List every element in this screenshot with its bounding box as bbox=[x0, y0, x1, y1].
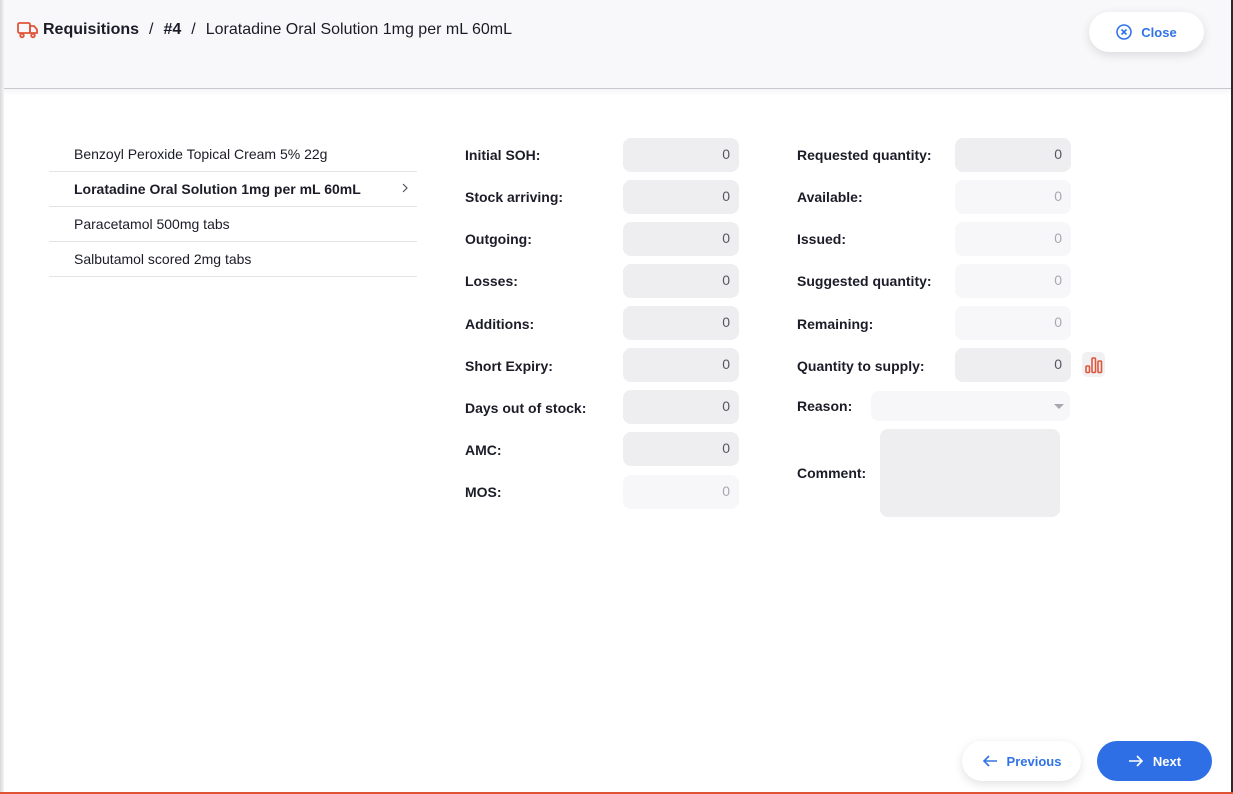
bar-chart-icon bbox=[1084, 356, 1104, 374]
next-button[interactable]: Next bbox=[1097, 741, 1212, 781]
comment-textarea[interactable] bbox=[880, 429, 1060, 517]
mos-input: 0 bbox=[623, 475, 739, 509]
amc-input[interactable]: 0 bbox=[623, 432, 739, 466]
list-item-label: Loratadine Oral Solution 1mg per mL 60mL bbox=[74, 181, 361, 197]
losses-label: Losses: bbox=[465, 273, 518, 289]
list-item-selected[interactable]: Loratadine Oral Solution 1mg per mL 60mL bbox=[49, 172, 417, 207]
breadcrumb: Requisitions / #4 / Loratadine Oral Solu… bbox=[17, 21, 512, 39]
arrow-right-icon bbox=[1128, 754, 1153, 768]
previous-button[interactable]: Previous bbox=[962, 741, 1081, 781]
breadcrumb-requisitions-link[interactable]: Requisitions bbox=[43, 21, 139, 39]
dropdown-caret-icon bbox=[1054, 404, 1064, 409]
close-button-label: Close bbox=[1141, 24, 1177, 40]
stock-chart-button[interactable] bbox=[1082, 352, 1105, 377]
truck-icon bbox=[17, 21, 39, 39]
short-expiry-input[interactable]: 0 bbox=[623, 348, 739, 382]
available-input: 0 bbox=[955, 180, 1071, 214]
reason-select[interactable] bbox=[871, 391, 1070, 421]
additions-input[interactable]: 0 bbox=[623, 306, 739, 340]
requisition-item-list: Benzoyl Peroxide Topical Cream 5% 22g Lo… bbox=[49, 137, 417, 277]
window-left-edge bbox=[0, 0, 4, 794]
issued-label: Issued: bbox=[797, 231, 847, 247]
list-item[interactable]: Salbutamol scored 2mg tabs bbox=[49, 242, 417, 277]
list-item-label: Paracetamol 500mg tabs bbox=[74, 216, 230, 232]
list-item-label: Benzoyl Peroxide Topical Cream 5% 22g bbox=[74, 146, 328, 162]
requested-quantity-input[interactable]: 0 bbox=[955, 138, 1071, 172]
page-header: Requisitions / #4 / Loratadine Oral Solu… bbox=[0, 0, 1233, 89]
amc-label: AMC: bbox=[465, 442, 502, 458]
breadcrumb-current-item: Loratadine Oral Solution 1mg per mL 60mL bbox=[205, 21, 512, 38]
close-circle-icon bbox=[1116, 24, 1133, 40]
quantity-to-supply-label: Quantity to supply: bbox=[797, 358, 925, 374]
stock-arriving-input[interactable]: 0 bbox=[623, 180, 739, 214]
breadcrumb-separator: / bbox=[191, 21, 196, 38]
losses-input[interactable]: 0 bbox=[623, 264, 739, 298]
suggested-quantity-label: Suggested quantity: bbox=[797, 273, 932, 289]
remaining-label: Remaining: bbox=[797, 316, 874, 332]
chevron-right-icon bbox=[399, 181, 411, 195]
list-item[interactable]: Paracetamol 500mg tabs bbox=[49, 207, 417, 242]
quantity-to-supply-input[interactable]: 0 bbox=[955, 348, 1071, 382]
initial-soh-label: Initial SOH: bbox=[465, 147, 541, 163]
initial-soh-input[interactable]: 0 bbox=[623, 138, 739, 172]
list-item-label: Salbutamol scored 2mg tabs bbox=[74, 251, 252, 267]
additions-label: Additions: bbox=[465, 316, 535, 332]
list-item[interactable]: Benzoyl Peroxide Topical Cream 5% 22g bbox=[49, 137, 417, 172]
suggested-quantity-input: 0 bbox=[955, 264, 1071, 298]
breadcrumb-separator: / bbox=[149, 21, 154, 38]
requested-quantity-label: Requested quantity: bbox=[797, 147, 932, 163]
days-out-of-stock-label: Days out of stock: bbox=[465, 400, 587, 416]
mos-label: MOS: bbox=[465, 484, 502, 500]
remaining-input: 0 bbox=[955, 306, 1071, 340]
arrow-left-icon bbox=[982, 754, 1007, 768]
comment-label: Comment: bbox=[797, 465, 867, 481]
stock-arriving-label: Stock arriving: bbox=[465, 189, 564, 205]
breadcrumb-requisition-number-link[interactable]: #4 bbox=[163, 21, 181, 39]
next-button-label: Next bbox=[1152, 753, 1182, 769]
days-out-of-stock-input[interactable]: 0 bbox=[623, 390, 739, 424]
close-button[interactable]: Close bbox=[1089, 12, 1204, 52]
outgoing-input[interactable]: 0 bbox=[623, 222, 739, 256]
short-expiry-label: Short Expiry: bbox=[465, 358, 553, 374]
previous-button-label: Previous bbox=[1006, 753, 1062, 769]
issued-input: 0 bbox=[955, 222, 1071, 256]
outgoing-label: Outgoing: bbox=[465, 231, 532, 247]
available-label: Available: bbox=[797, 189, 863, 205]
reason-label: Reason: bbox=[797, 398, 853, 414]
